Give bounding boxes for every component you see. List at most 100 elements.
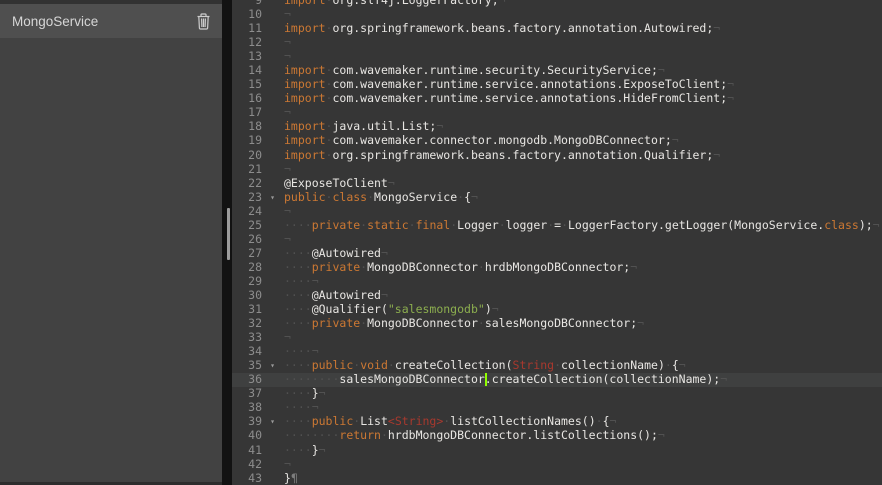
delete-service-button[interactable] xyxy=(194,11,213,32)
line-number[interactable]: 39▾ xyxy=(232,414,278,428)
whitespace-dots: ···· xyxy=(284,400,312,414)
line-number[interactable]: 32 xyxy=(232,316,278,330)
whitespace-dots: ···· xyxy=(284,443,312,457)
code-line[interactable]: @ExposeToClient¬ xyxy=(284,176,882,190)
line-number[interactable]: 10 xyxy=(232,7,278,21)
code-line[interactable]: ····public·List<String>·listCollectionNa… xyxy=(284,414,882,428)
code-line[interactable]: ····}¬ xyxy=(284,443,882,457)
line-number[interactable]: 35▾ xyxy=(232,358,278,372)
code-line[interactable]: import·org.slf4j.LoggerFactory;¬ xyxy=(284,0,882,7)
line-number[interactable]: 34 xyxy=(232,344,278,358)
code-line[interactable]: public·class·MongoService·{¬ xyxy=(284,190,882,204)
code-line[interactable]: ¬ xyxy=(284,162,882,176)
fold-arrow-icon[interactable]: ▾ xyxy=(270,415,275,429)
whitespace-dots: · xyxy=(353,414,360,428)
code-line[interactable]: ¬ xyxy=(284,7,882,21)
whitespace-dots: · xyxy=(478,260,485,274)
line-number[interactable]: 18 xyxy=(232,119,278,133)
code-line[interactable]: ¬ xyxy=(284,457,882,471)
line-number[interactable]: 25 xyxy=(232,218,278,232)
whitespace-dots: · xyxy=(326,119,333,133)
line-number[interactable]: 15 xyxy=(232,77,278,91)
line-number[interactable]: 36 xyxy=(232,372,278,386)
line-number[interactable]: 26 xyxy=(232,232,278,246)
line-number[interactable]: 14 xyxy=(232,63,278,77)
line-number[interactable]: 11 xyxy=(232,21,278,35)
whitespace-dots: · xyxy=(547,218,554,232)
whitespace-dots: · xyxy=(596,414,603,428)
code-line[interactable]: ········return·hrdbMongoDBConnector.list… xyxy=(284,428,882,442)
line-number[interactable]: 42 xyxy=(232,457,278,471)
code-line[interactable]: ····¬ xyxy=(284,344,882,358)
line-number[interactable]: 27 xyxy=(232,246,278,260)
code-line[interactable]: ····private·static·final·Logger·logger·=… xyxy=(284,218,882,232)
whitespace-dots: · xyxy=(561,218,568,232)
whitespace-dots: · xyxy=(326,63,333,77)
line-number[interactable]: 23▾ xyxy=(232,190,278,204)
code-line[interactable]: import·com.wavemaker.runtime.service.ann… xyxy=(284,77,882,91)
code-line[interactable]: }¶ xyxy=(284,471,882,485)
line-number[interactable]: 20 xyxy=(232,148,278,162)
line-number[interactable]: 29 xyxy=(232,274,278,288)
line-number[interactable]: 21 xyxy=(232,162,278,176)
line-number[interactable]: 24 xyxy=(232,204,278,218)
line-number[interactable]: 9 xyxy=(232,0,278,7)
eol-mark: ¬ xyxy=(713,21,720,35)
fold-arrow-icon[interactable]: ▾ xyxy=(270,359,275,373)
scrollbar-thumb[interactable] xyxy=(227,208,230,260)
whitespace-dots: · xyxy=(360,316,367,330)
code-line[interactable]: ····public·void·createCollection(String·… xyxy=(284,358,882,372)
code-line[interactable]: ····}¬ xyxy=(284,386,882,400)
code-line[interactable]: import·com.wavemaker.runtime.service.ann… xyxy=(284,91,882,105)
code-line[interactable]: ····@Autowired¬ xyxy=(284,288,882,302)
line-number[interactable]: 12 xyxy=(232,35,278,49)
whitespace-dots: · xyxy=(409,218,416,232)
line-number[interactable]: 16 xyxy=(232,91,278,105)
whitespace-dots: · xyxy=(326,0,333,7)
code-line[interactable]: ¬ xyxy=(284,35,882,49)
code-line[interactable]: ¬ xyxy=(284,330,882,344)
code-line[interactable]: ¬ xyxy=(284,232,882,246)
line-number[interactable]: 19 xyxy=(232,133,278,147)
code-line[interactable]: ····¬ xyxy=(284,400,882,414)
code-line[interactable]: ¬ xyxy=(284,49,882,63)
gutter: 91011121314151617181920212223▾2425262728… xyxy=(232,0,278,485)
fold-arrow-icon[interactable]: ▾ xyxy=(270,191,275,205)
code-line[interactable]: ····private·MongoDBConnector·salesMongoD… xyxy=(284,316,882,330)
line-number[interactable]: 22 xyxy=(232,176,278,190)
eol-mark: ¬ xyxy=(388,176,395,190)
eol-mark: ¬ xyxy=(319,386,326,400)
code-line[interactable]: import·java.util.List;¬ xyxy=(284,119,882,133)
code-editor[interactable]: 91011121314151617181920212223▾2425262728… xyxy=(232,0,882,485)
whitespace-dots: ···· xyxy=(284,316,312,330)
trash-icon xyxy=(196,13,211,30)
line-number[interactable]: 43 xyxy=(232,471,278,485)
code-line[interactable]: ····private·MongoDBConnector·hrdbMongoDB… xyxy=(284,260,882,274)
code-line[interactable]: ¬ xyxy=(284,105,882,119)
code-line[interactable]: ¬ xyxy=(284,204,882,218)
code-line[interactable]: ····¬ xyxy=(284,274,882,288)
line-number[interactable]: 17 xyxy=(232,105,278,119)
line-number[interactable]: 33 xyxy=(232,330,278,344)
whitespace-dots: · xyxy=(381,428,388,442)
sidebar-item-mongoservice[interactable]: MongoService xyxy=(0,4,222,38)
whitespace-dots: ···· xyxy=(284,218,312,232)
line-number[interactable]: 30 xyxy=(232,288,278,302)
code-line[interactable]: import·org.springframework.beans.factory… xyxy=(284,148,882,162)
whitespace-dots: ···· xyxy=(284,288,312,302)
sidebar-scrollbar-track[interactable] xyxy=(222,0,232,485)
code-line[interactable]: import·com.wavemaker.connector.mongodb.M… xyxy=(284,133,882,147)
whitespace-dots: ···· xyxy=(284,344,312,358)
line-number[interactable]: 37 xyxy=(232,386,278,400)
code-line[interactable]: import·org.springframework.beans.factory… xyxy=(284,21,882,35)
line-number[interactable]: 28 xyxy=(232,260,278,274)
code-line[interactable]: ····@Qualifier("salesmongodb")¬ xyxy=(284,302,882,316)
code-line[interactable]: import·com.wavemaker.runtime.security.Se… xyxy=(284,63,882,77)
line-number[interactable]: 38 xyxy=(232,400,278,414)
line-number[interactable]: 13 xyxy=(232,49,278,63)
code-line[interactable]: ····@Autowired¬ xyxy=(284,246,882,260)
line-number[interactable]: 40 xyxy=(232,428,278,442)
line-number[interactable]: 31 xyxy=(232,302,278,316)
line-number[interactable]: 41 xyxy=(232,443,278,457)
code-line[interactable]: ········salesMongoDBConnector.createColl… xyxy=(284,372,882,386)
